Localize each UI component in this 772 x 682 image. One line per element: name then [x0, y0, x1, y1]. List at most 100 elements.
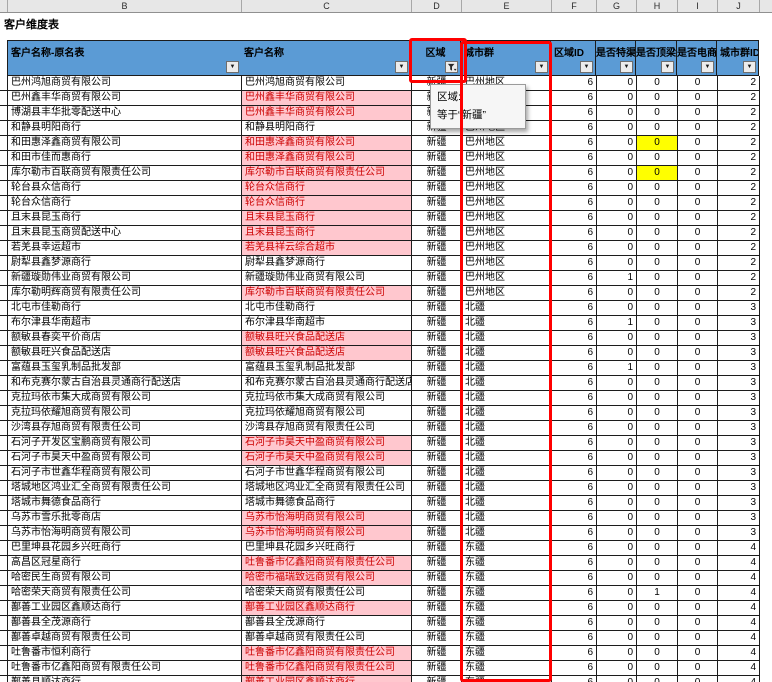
cell-city-group-id[interactable]: 2: [718, 226, 760, 241]
cell-customer-original[interactable]: 哈密荣天商贸有限责任公司: [8, 586, 242, 601]
cell-customer-original[interactable]: 鄯善县顺达商行: [8, 676, 242, 682]
cell-customer-original[interactable]: 额敏县春奕平价商店: [8, 331, 242, 346]
cell-special-channel[interactable]: 0: [597, 241, 637, 256]
cell-city-group-id[interactable]: 3: [718, 511, 760, 526]
cell-customer-name[interactable]: 吐鲁番市亿鑫阳商贸有限责任公司: [242, 556, 412, 571]
cell-region-id[interactable]: 6: [552, 301, 597, 316]
cell-customer-name[interactable]: 吐鲁番市亿鑫阳商贸有限责任公司: [242, 646, 412, 661]
cell-city-group-id[interactable]: 3: [718, 361, 760, 376]
cell-ecommerce[interactable]: 0: [678, 151, 718, 166]
column-letter-H[interactable]: H: [637, 0, 678, 12]
cell-special-channel[interactable]: 0: [597, 136, 637, 151]
cell-ecommerce[interactable]: 0: [678, 316, 718, 331]
cell-special-channel[interactable]: 0: [597, 151, 637, 166]
cell-region-id[interactable]: 6: [552, 676, 597, 682]
cell-region-id[interactable]: 6: [552, 451, 597, 466]
column-letter-C[interactable]: C: [242, 0, 412, 12]
cell-customer-original[interactable]: 且末县昆玉商行: [8, 211, 242, 226]
cell-pillar[interactable]: 0: [637, 91, 678, 106]
cell-region-id[interactable]: 6: [552, 376, 597, 391]
cell-customer-original[interactable]: 轮台众信商行: [8, 196, 242, 211]
cell-ecommerce[interactable]: 0: [678, 91, 718, 106]
cell-pillar[interactable]: 0: [637, 166, 678, 181]
cell-region-id[interactable]: 6: [552, 661, 597, 676]
cell-city-group-id[interactable]: 3: [718, 451, 760, 466]
cell-pillar[interactable]: 0: [637, 211, 678, 226]
cell-pillar[interactable]: 0: [637, 241, 678, 256]
cell-city-group-id[interactable]: 4: [718, 586, 760, 601]
cell-special-channel[interactable]: 0: [597, 166, 637, 181]
cell-region-id[interactable]: 6: [552, 121, 597, 136]
cell-customer-name[interactable]: 库尔勒市百联商贸有限责任公司: [242, 286, 412, 301]
cell-region-id[interactable]: 6: [552, 136, 597, 151]
cell-ecommerce[interactable]: 0: [678, 331, 718, 346]
cell-special-channel[interactable]: 1: [597, 361, 637, 376]
cell-pillar[interactable]: 0: [637, 301, 678, 316]
cell-region-id[interactable]: 6: [552, 91, 597, 106]
cell-region[interactable]: 新疆: [412, 481, 462, 496]
cell-city-group-id[interactable]: 4: [718, 676, 760, 682]
header-ecommerce[interactable]: 是否电商 ▼: [677, 40, 717, 76]
cell-customer-name[interactable]: 石河子市世鑫华程商贸有限公司: [242, 466, 412, 481]
cell-customer-original[interactable]: 哈密民生商贸有限公司: [8, 571, 242, 586]
cell-ecommerce[interactable]: 0: [678, 271, 718, 286]
cell-special-channel[interactable]: 0: [597, 451, 637, 466]
cell-ecommerce[interactable]: 0: [678, 376, 718, 391]
cell-customer-original[interactable]: 吐鲁番市亿鑫阳商贸有限责任公司: [8, 661, 242, 676]
cell-city-group-id[interactable]: 3: [718, 331, 760, 346]
cell-customer-original[interactable]: 乌苏市雪乐批零商店: [8, 511, 242, 526]
cell-customer-original[interactable]: 克拉玛依耀旭商贸有限公司: [8, 406, 242, 421]
cell-city-group-id[interactable]: 3: [718, 436, 760, 451]
cell-pillar[interactable]: 0: [637, 661, 678, 676]
cell-city-group-id[interactable]: 4: [718, 571, 760, 586]
cell-ecommerce[interactable]: 0: [678, 211, 718, 226]
cell-ecommerce[interactable]: 0: [678, 601, 718, 616]
cell-region-id[interactable]: 6: [552, 226, 597, 241]
cell-region[interactable]: 新疆: [412, 571, 462, 586]
cell-region-id[interactable]: 6: [552, 436, 597, 451]
filter-dropdown-customer-original[interactable]: ▼: [226, 61, 239, 73]
cell-city-group-id[interactable]: 2: [718, 196, 760, 211]
cell-region[interactable]: 新疆: [412, 211, 462, 226]
cell-ecommerce[interactable]: 0: [678, 436, 718, 451]
cell-region-id[interactable]: 6: [552, 316, 597, 331]
cell-special-channel[interactable]: 0: [597, 421, 637, 436]
cell-region-id[interactable]: 6: [552, 511, 597, 526]
header-customer-name[interactable]: 客户名称 ▼: [241, 40, 411, 76]
cell-special-channel[interactable]: 0: [597, 601, 637, 616]
cell-customer-name[interactable]: 额敏县旺兴食品配送店: [242, 346, 412, 361]
cell-special-channel[interactable]: 0: [597, 436, 637, 451]
cell-city-group-id[interactable]: 2: [718, 211, 760, 226]
filter-dropdown-ecommerce[interactable]: ▼: [701, 61, 714, 73]
cell-customer-original[interactable]: 鄯善县全茂源商行: [8, 616, 242, 631]
cell-pillar[interactable]: 0: [637, 226, 678, 241]
cell-region[interactable]: 新疆: [412, 316, 462, 331]
cell-customer-original[interactable]: 塔城市舞德食品商行: [8, 496, 242, 511]
cell-region-id[interactable]: 6: [552, 601, 597, 616]
cell-region[interactable]: 新疆: [412, 151, 462, 166]
cell-region-id[interactable]: 6: [552, 556, 597, 571]
cell-customer-name[interactable]: 轮台众信商行: [242, 181, 412, 196]
cell-ecommerce[interactable]: 0: [678, 166, 718, 181]
cell-customer-original[interactable]: 吐鲁番市恒利商行: [8, 646, 242, 661]
cell-pillar[interactable]: 0: [637, 151, 678, 166]
cell-customer-name[interactable]: 巴州鑫丰华商贸有限公司: [242, 91, 412, 106]
cell-ecommerce[interactable]: 0: [678, 571, 718, 586]
cell-special-channel[interactable]: 0: [597, 106, 637, 121]
cell-customer-original[interactable]: 库尔勒明辉商贸有限责任公司: [8, 286, 242, 301]
cell-pillar[interactable]: 0: [637, 436, 678, 451]
cell-special-channel[interactable]: 0: [597, 406, 637, 421]
cell-special-channel[interactable]: 0: [597, 556, 637, 571]
cell-region[interactable]: 新疆: [412, 436, 462, 451]
cell-customer-original[interactable]: 和田市佳而惠商行: [8, 151, 242, 166]
cell-special-channel[interactable]: 0: [597, 481, 637, 496]
cell-city-group-id[interactable]: 4: [718, 661, 760, 676]
cell-region[interactable]: 新疆: [412, 526, 462, 541]
cell-ecommerce[interactable]: 0: [678, 391, 718, 406]
cell-region[interactable]: 新疆: [412, 166, 462, 181]
column-letter-J[interactable]: J: [718, 0, 760, 12]
cell-customer-original[interactable]: 巴里坤县花园乡兴旺商行: [8, 541, 242, 556]
cell-pillar[interactable]: 0: [637, 106, 678, 121]
cell-customer-name[interactable]: 克拉玛依耀旭商贸有限公司: [242, 406, 412, 421]
cell-pillar[interactable]: 0: [637, 121, 678, 136]
